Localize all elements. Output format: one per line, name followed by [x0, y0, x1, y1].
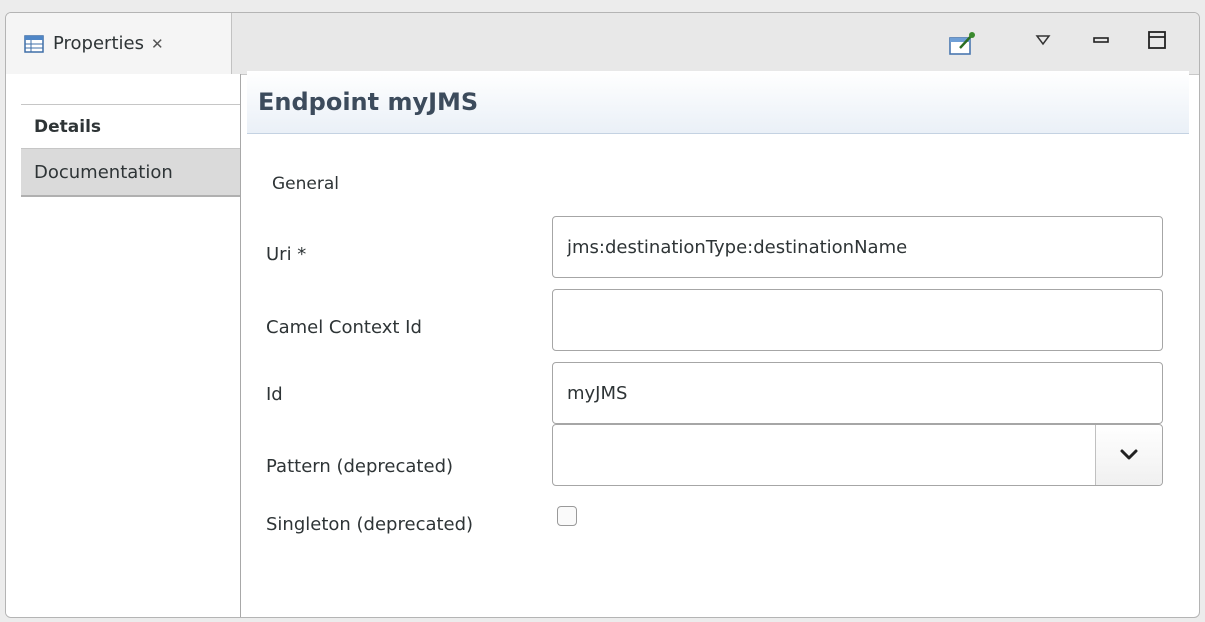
sidebar-item-label: Details — [34, 116, 102, 137]
maximize-icon[interactable] — [1144, 27, 1170, 53]
section-general-label: General — [272, 174, 339, 194]
close-tab-icon[interactable]: ✕ — [151, 35, 164, 53]
sidebar-item-label: Documentation — [34, 161, 173, 183]
properties-tab[interactable]: Properties ✕ — [6, 13, 232, 74]
singleton-checkbox[interactable] — [557, 506, 577, 526]
uri-field[interactable] — [552, 216, 1163, 278]
properties-sidebar: Details Documentation — [6, 74, 241, 617]
view-menu-chevron-icon[interactable] — [1030, 27, 1056, 53]
view-tab-bar: Properties ✕ — [6, 13, 1199, 75]
id-field[interactable] — [552, 362, 1163, 424]
properties-tab-label: Properties — [53, 33, 144, 54]
pattern-dropdown-button[interactable] — [1095, 425, 1162, 485]
pattern-label: Pattern (deprecated) — [266, 456, 454, 477]
sidebar-item-details[interactable]: Details — [21, 104, 240, 149]
properties-table-icon — [24, 34, 44, 53]
singleton-label: Singleton (deprecated) — [266, 514, 474, 535]
id-label: Id — [266, 384, 283, 405]
pattern-select[interactable] — [552, 424, 1163, 486]
chevron-down-icon — [1120, 449, 1138, 460]
sidebar-item-documentation[interactable]: Documentation — [21, 149, 240, 197]
camel-context-id-field[interactable] — [552, 289, 1163, 351]
minimize-icon[interactable] — [1088, 27, 1114, 53]
camel-context-id-label: Camel Context Id — [266, 317, 422, 338]
pin-to-selection-icon[interactable] — [946, 27, 980, 61]
page-title: Endpoint myJMS — [247, 71, 1189, 134]
uri-label: Uri * — [266, 244, 307, 265]
